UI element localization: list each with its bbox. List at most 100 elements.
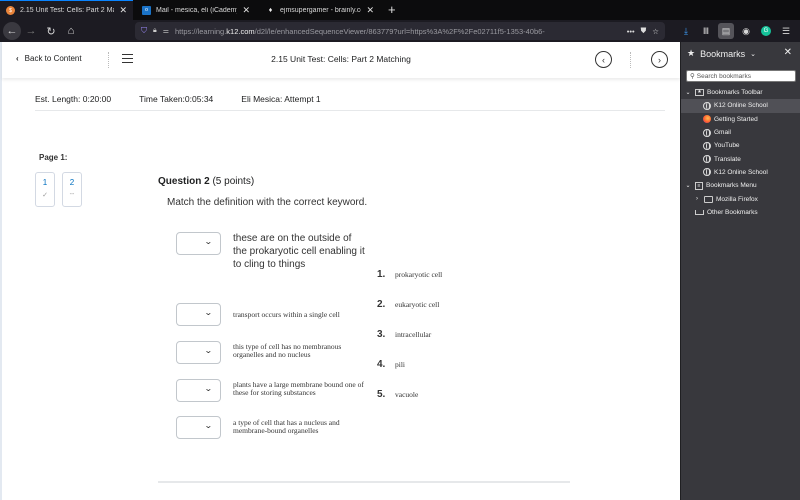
- tab-unit-test[interactable]: $ 2.15 Unit Test: Cells: Part 2 Mat ✕: [0, 0, 133, 20]
- bookmark-label: K12 Online School: [714, 102, 768, 110]
- bookmark-item[interactable]: YouTube: [681, 139, 800, 152]
- chevron-down-icon: ⌄: [203, 384, 213, 393]
- match-row: ⌄ this type of cell has no membranous or…: [176, 341, 341, 364]
- chevron-right-icon[interactable]: ›: [693, 196, 701, 202]
- sidebar-header[interactable]: ★ Bookmarks ⌄: [687, 48, 756, 59]
- permissions-icon[interactable]: ⚌: [163, 27, 169, 35]
- chevron-right-icon: ›: [658, 54, 661, 65]
- tab-title: ejmsupergamer - brainly.com: [280, 6, 362, 14]
- bookmark-label: K12 Online School: [714, 168, 768, 176]
- globe-icon: [703, 155, 711, 164]
- sidebar-title: Bookmarks: [700, 48, 746, 59]
- pocket-icon[interactable]: ⛊: [641, 26, 647, 36]
- close-sidebar-icon[interactable]: ✕: [784, 47, 792, 58]
- keyword-text: eukaryotic cell: [395, 300, 440, 309]
- definition-text: a type of cell that has a nucleus and me…: [233, 418, 340, 435]
- url-text[interactable]: https://learning.k12.com/d2l/le/enhanced…: [175, 27, 621, 36]
- match-select[interactable]: ⌄: [176, 303, 221, 326]
- bookmark-star-icon[interactable]: ☆: [652, 27, 659, 36]
- close-tab-icon[interactable]: ✕: [119, 5, 127, 16]
- bookmark-search-input[interactable]: ⚲ Search bookmarks: [686, 70, 796, 82]
- outlook-favicon-icon: o: [142, 5, 151, 15]
- match-select[interactable]: ⌄: [176, 232, 221, 255]
- est-length: Est. Length: 0:20:00: [35, 94, 112, 104]
- page-actions-button[interactable]: •••: [627, 27, 635, 36]
- home-icon: ⌂: [67, 25, 75, 37]
- tab-title: 2.15 Unit Test: Cells: Part 2 Mat: [20, 7, 115, 14]
- attempt-info: Eli Mesica: Attempt 1: [241, 94, 321, 104]
- download-icon[interactable]: ⤓: [678, 23, 694, 39]
- bookmark-item[interactable]: Getting Started: [681, 113, 800, 126]
- tab-brainly[interactable]: ♦ ejmsupergamer - brainly.com ✕: [260, 0, 380, 20]
- bookmark-label: Gmail: [714, 129, 731, 137]
- sidebar-toggle-icon[interactable]: ▤: [718, 23, 734, 39]
- chevron-down-icon: ⌄: [750, 50, 756, 58]
- keyword-number: 4.: [377, 359, 386, 370]
- bookmark-item[interactable]: K12 Online School: [681, 99, 800, 113]
- match-select[interactable]: ⌄: [176, 341, 221, 364]
- keyword-text: pili: [395, 360, 406, 369]
- question-number: 1: [42, 178, 48, 187]
- bookmark-tree: ⌄ ★ Bookmarks Toolbar K12 Online School …: [681, 86, 800, 219]
- bookmark-label: Mozilla Firefox: [716, 195, 758, 203]
- menu-icon[interactable]: ☰: [778, 23, 794, 39]
- bookmark-item[interactable]: Gmail: [681, 126, 800, 139]
- forward-button[interactable]: →: [21, 21, 41, 41]
- keyword-number: 3.: [377, 329, 386, 340]
- back-button[interactable]: ←: [3, 22, 21, 40]
- divider: [35, 110, 665, 111]
- tracking-shield-icon[interactable]: ⛉: [141, 26, 147, 36]
- url-path: /d2l/le/enhancedSequenceViewer/863779?ur…: [254, 26, 545, 36]
- search-placeholder: Search bookmarks: [696, 72, 751, 80]
- close-tab-icon[interactable]: ✕: [366, 5, 374, 16]
- bookmark-label: Getting Started: [714, 115, 758, 123]
- keyword-number: 2.: [377, 299, 386, 310]
- tab-bar: $ 2.15 Unit Test: Cells: Part 2 Mat ✕ o …: [0, 0, 800, 20]
- match-row: ⌄ these are on the outside of the prokar…: [176, 232, 365, 270]
- account-icon[interactable]: ◉: [738, 23, 754, 39]
- question-number-label: Question 2: [158, 176, 210, 187]
- divider: [158, 481, 570, 483]
- next-page-button[interactable]: ›: [651, 51, 668, 68]
- question-nav-2[interactable]: 2 --: [62, 172, 82, 207]
- globe-icon: [703, 141, 711, 150]
- chevron-down-icon[interactable]: ⌄: [684, 182, 692, 189]
- close-tab-icon[interactable]: ✕: [242, 5, 250, 16]
- bookmark-label: Translate: [714, 155, 741, 163]
- definition-text: plants have a large membrane bound one o…: [233, 380, 364, 397]
- globe-icon: [703, 168, 711, 177]
- match-select[interactable]: ⌄: [176, 379, 221, 402]
- bookmark-folder-toolbar[interactable]: ⌄ ★ Bookmarks Toolbar: [681, 86, 800, 99]
- keyword-item: 3. intracellular: [377, 329, 431, 340]
- bookmark-item[interactable]: Translate: [681, 152, 800, 165]
- unanswered-mark: --: [69, 191, 75, 198]
- grammarly-icon[interactable]: G: [758, 23, 774, 39]
- bookmark-label: Bookmarks Toolbar: [707, 89, 763, 97]
- bookmark-item[interactable]: K12 Online School: [681, 166, 800, 179]
- previous-page-button[interactable]: ‹: [595, 51, 612, 68]
- library-icon[interactable]: Ⅲ: [698, 23, 714, 39]
- home-button[interactable]: ⌂: [61, 21, 81, 41]
- lock-icon[interactable]: 🔒︎: [153, 27, 157, 35]
- bookmark-folder-other[interactable]: Other Bookmarks: [681, 206, 800, 219]
- reload-button[interactable]: ↻: [41, 21, 61, 41]
- star-icon: ★: [687, 48, 696, 58]
- keyword-text: prokaryotic cell: [395, 270, 443, 279]
- keyword-text: vacuole: [395, 390, 419, 399]
- bookmark-folder-menu[interactable]: ⌄ ≡ Bookmarks Menu: [681, 179, 800, 192]
- question-nav-1[interactable]: 1 ✓: [35, 172, 55, 207]
- bookmark-folder-mozilla[interactable]: › Mozilla Firefox: [681, 192, 800, 205]
- firefox-icon: [703, 115, 711, 124]
- time-taken: Time Taken:0:05:34: [139, 94, 214, 104]
- page-title: 2.15 Unit Test: Cells: Part 2 Matching: [271, 54, 411, 64]
- keyword-number: 5.: [377, 389, 386, 400]
- chevron-down-icon[interactable]: ⌄: [684, 89, 692, 96]
- url-bar[interactable]: ⛉ 🔒︎ ⚌ https://learning.k12.com/d2l/le/e…: [135, 22, 665, 40]
- bookmarks-sidebar: ★ Bookmarks ⌄ ✕ ⚲ Search bookmarks ⌄ ★ B…: [680, 42, 800, 500]
- tab-mail[interactable]: o Mail - mesica, eli (iCademy Stu ✕: [136, 0, 256, 20]
- folder-icon: [704, 195, 713, 203]
- match-select[interactable]: ⌄: [176, 416, 221, 439]
- other-bookmarks-icon: [695, 209, 704, 215]
- match-row: ⌄ transport occurs within a single cell: [176, 303, 340, 326]
- new-tab-button[interactable]: +: [380, 0, 404, 20]
